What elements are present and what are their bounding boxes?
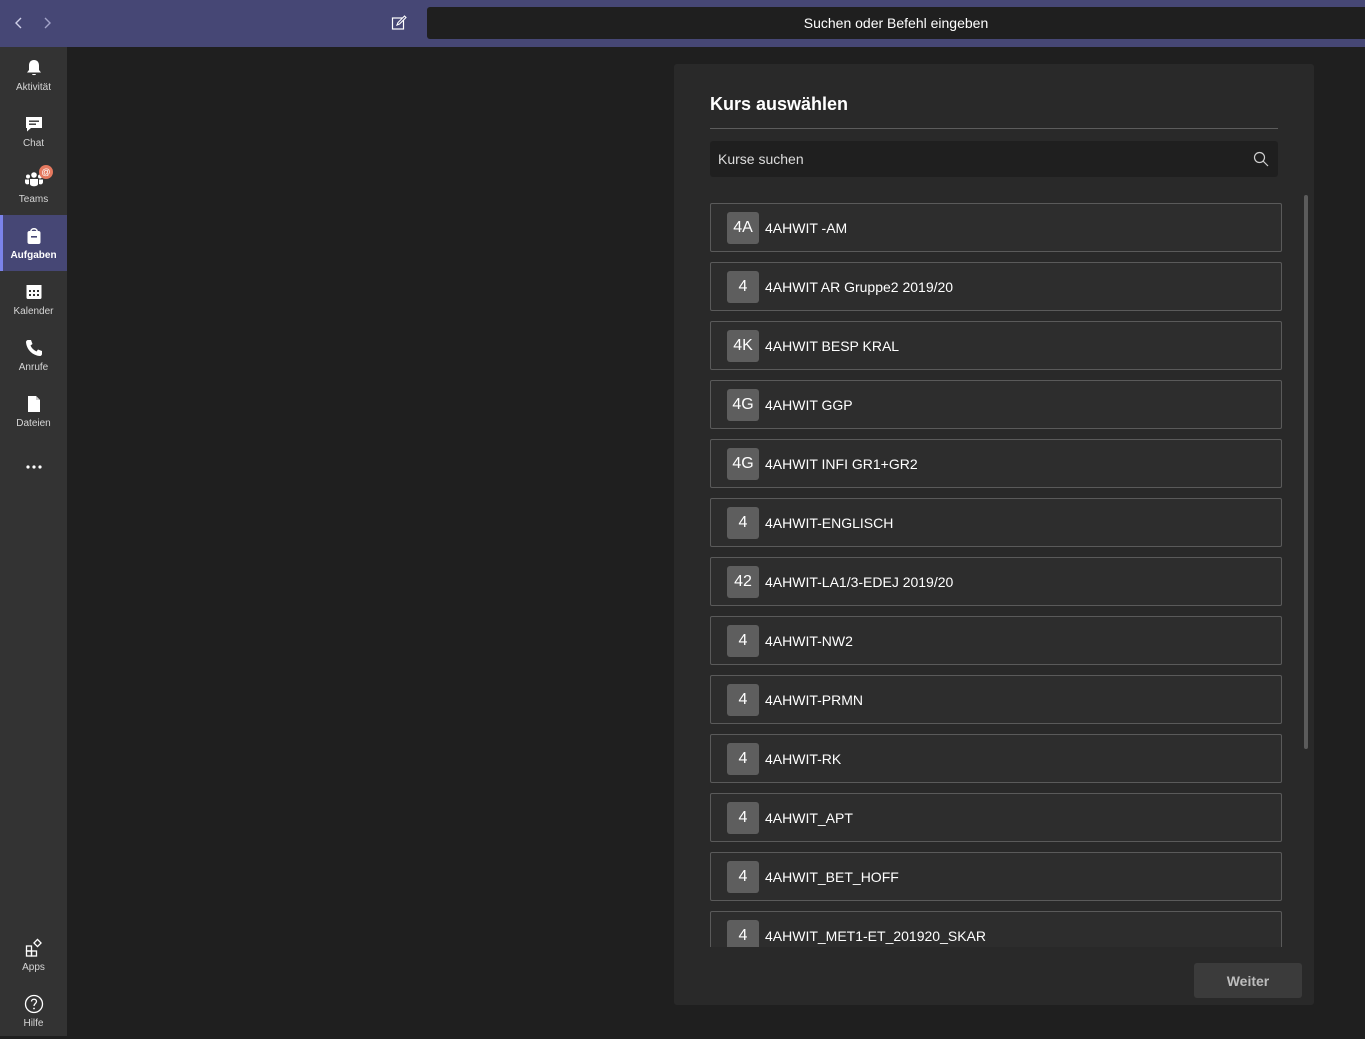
course-item[interactable]: 4 4AHWIT-PRMN — [710, 675, 1282, 724]
course-name: 4AHWIT-NW2 — [765, 632, 853, 649]
rail-item-files[interactable]: Dateien — [0, 383, 67, 439]
command-search-bar[interactable]: Suchen oder Befehl eingeben — [427, 7, 1365, 39]
rail-label: Apps — [22, 961, 45, 973]
rail-label: Teams — [18, 193, 49, 205]
course-avatar: 4G — [727, 388, 759, 421]
next-button[interactable]: Weiter — [1194, 963, 1302, 998]
rail-label: Dateien — [16, 417, 51, 429]
rail-item-chat[interactable]: Chat — [0, 103, 67, 159]
course-avatar: 4 — [727, 683, 759, 716]
course-name: 4AHWIT_MET1-ET_201920_SKAR — [765, 927, 986, 944]
calendar-icon — [26, 284, 41, 299]
course-name: 4AHWIT_APT — [765, 809, 853, 826]
course-item[interactable]: 4 4AHWIT AR Gruppe2 2019/20 — [710, 262, 1282, 311]
compose-icon — [391, 15, 407, 30]
select-course-dialog: Kurs auswählen 4A 4AHWIT -AM 4 4AHWIT AR G… — [674, 64, 1314, 1005]
rail-label: Aktivität — [15, 81, 51, 93]
rail-item-calls[interactable]: Anrufe — [0, 327, 67, 383]
course-item[interactable]: 4 4AHWIT-RK — [710, 734, 1282, 783]
course-item[interactable]: 4G 4AHWIT INFI GR1+GR2 — [710, 439, 1282, 488]
new-chat-button[interactable] — [388, 12, 410, 34]
course-search-input[interactable] — [710, 141, 1253, 177]
course-item[interactable]: 4 4AHWIT-ENGLISCH — [710, 498, 1282, 547]
help-icon — [24, 994, 43, 1013]
course-name: 4AHWIT AR Gruppe2 2019/20 — [765, 278, 954, 295]
course-avatar: 4 — [727, 742, 759, 775]
course-item[interactable]: 4 4AHWIT_BET_HOFF — [710, 852, 1282, 901]
course-list-scrollbar[interactable] — [1304, 195, 1308, 749]
rail-item-activity[interactable]: Aktivität — [0, 47, 67, 103]
course-name: 4AHWIT INFI GR1+GR2 — [765, 455, 918, 472]
rail-label: Aufgaben — [10, 249, 57, 261]
chat-icon — [25, 116, 42, 131]
chevron-right-icon — [44, 17, 51, 29]
course-avatar: 4 — [727, 506, 759, 539]
bell-icon — [26, 59, 41, 75]
search-placeholder: Suchen oder Befehl eingeben — [803, 15, 989, 31]
course-item[interactable]: 42 4AHWIT-LA1/3-EDEJ 2019/20 — [710, 557, 1282, 606]
course-item[interactable]: 4A 4AHWIT -AM — [710, 203, 1282, 252]
course-item[interactable]: 4 4AHWIT_APT — [710, 793, 1282, 842]
back-button[interactable] — [9, 12, 29, 34]
course-item[interactable]: 4 4AHWIT-NW2 — [710, 616, 1282, 665]
mention-badge: @ — [39, 165, 53, 179]
chevron-left-icon — [15, 17, 22, 29]
course-item[interactable]: 4K 4AHWIT BESP KRAL — [710, 321, 1282, 370]
rail-item-teams[interactable]: @ Teams — [0, 159, 67, 215]
rail-item-more[interactable] — [0, 439, 67, 495]
phone-icon — [25, 339, 42, 356]
course-avatar: 4 — [727, 270, 759, 303]
rail-label: Chat — [22, 137, 45, 149]
file-icon — [27, 395, 40, 412]
forward-button[interactable] — [37, 12, 57, 34]
course-name: 4AHWIT-ENGLISCH — [765, 514, 894, 531]
assignments-icon — [27, 227, 40, 244]
app-rail: Aktivität Chat @ Teams Aufgaben Kalender… — [0, 47, 67, 1036]
course-item[interactable]: 4 4AHWIT_MET1-ET_201920_SKAR — [710, 911, 1282, 947]
rail-label: Anrufe — [18, 361, 49, 373]
course-avatar: 42 — [727, 565, 759, 598]
course-name: 4AHWIT-RK — [765, 750, 842, 767]
course-name: 4AHWIT-PRMN — [765, 691, 863, 708]
course-name: 4AHWIT -AM — [765, 219, 848, 236]
course-name: 4AHWIT GGP — [765, 396, 853, 413]
course-name: 4AHWIT-LA1/3-EDEJ 2019/20 — [765, 573, 954, 590]
course-list: 4A 4AHWIT -AM 4 4AHWIT AR Gruppe2 2019/20 … — [710, 203, 1282, 947]
course-item[interactable]: 4G 4AHWIT GGP — [710, 380, 1282, 429]
apps-icon — [25, 938, 42, 957]
rail-item-assignments[interactable]: Aufgaben — [0, 215, 67, 271]
dialog-title: Kurs auswählen — [710, 94, 849, 114]
course-avatar: 4 — [727, 624, 759, 657]
rail-label: Hilfe — [23, 1017, 44, 1029]
rail-item-calendar[interactable]: Kalender — [0, 271, 67, 327]
title-divider — [710, 128, 1278, 129]
course-search-box[interactable] — [710, 141, 1278, 177]
course-avatar: 4G — [727, 447, 759, 480]
course-avatar: 4A — [727, 211, 759, 244]
course-avatar: 4 — [727, 801, 759, 834]
course-name: 4AHWIT BESP KRAL — [765, 337, 900, 354]
course-avatar: 4 — [727, 919, 759, 947]
rail-item-help[interactable]: Hilfe — [0, 983, 67, 1039]
more-icon — [25, 465, 42, 469]
rail-label: Kalender — [13, 305, 54, 317]
course-avatar: 4K — [727, 329, 759, 362]
course-avatar: 4 — [727, 860, 759, 893]
search-icon[interactable] — [1253, 151, 1269, 167]
title-bar: Suchen oder Befehl eingeben — [0, 0, 1365, 47]
course-name: 4AHWIT_BET_HOFF — [765, 868, 899, 885]
rail-item-apps[interactable]: Apps — [0, 927, 67, 983]
